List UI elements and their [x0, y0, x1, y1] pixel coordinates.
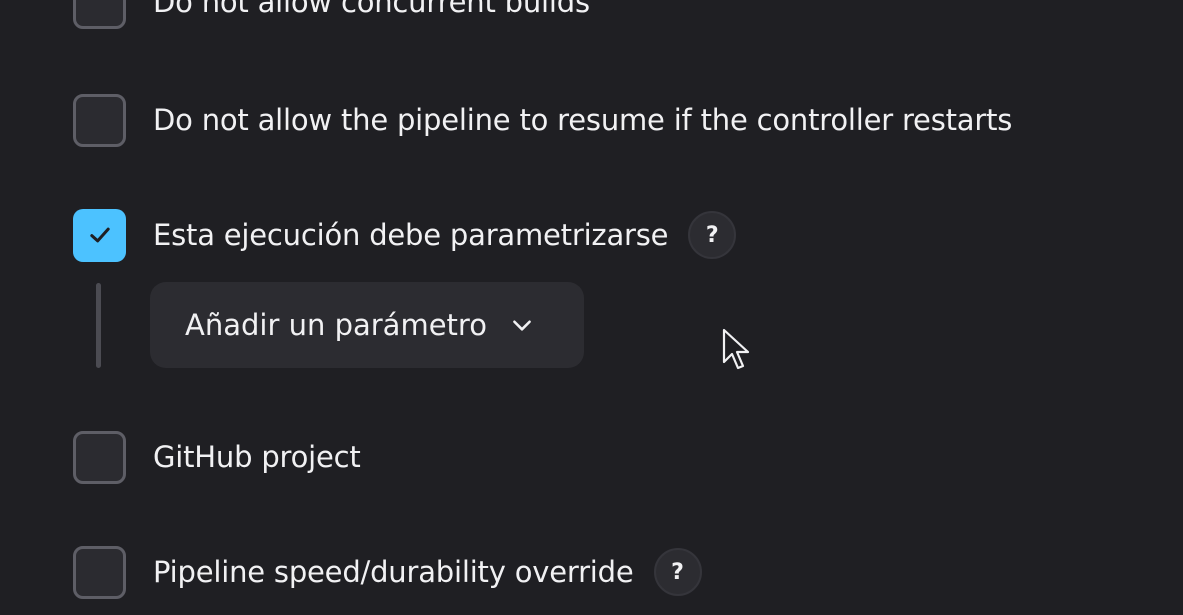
- help-icon: ?: [705, 222, 719, 248]
- parametrized-label: Esta ejecución debe parametrizarse: [153, 218, 669, 252]
- option-parametrized[interactable]: Esta ejecución debe parametrizarse ?: [73, 208, 737, 262]
- github-project-checkbox[interactable]: [73, 430, 126, 484]
- durability-override-label: Pipeline speed/durability override: [153, 555, 634, 589]
- concurrent-builds-label: Do not allow concurrent builds: [153, 0, 590, 19]
- durability-override-help-button[interactable]: ?: [653, 548, 702, 596]
- help-icon: ?: [671, 559, 684, 585]
- pipeline-resume-label: Do not allow the pipeline to resume if t…: [153, 103, 1013, 137]
- add-parameter-dropdown[interactable]: Añadir un parámetro: [150, 282, 584, 368]
- chevron-down-icon: [513, 320, 531, 331]
- option-durability-override[interactable]: Pipeline speed/durability override ?: [73, 545, 702, 599]
- parametrized-checkbox[interactable]: [73, 208, 126, 262]
- add-parameter-label: Añadir un parámetro: [185, 308, 487, 342]
- option-github-project[interactable]: GitHub project: [73, 430, 361, 484]
- github-project-label: GitHub project: [153, 440, 361, 474]
- checkmark-icon: [89, 227, 110, 243]
- concurrent-builds-checkbox[interactable]: [73, 0, 126, 29]
- mouse-cursor-icon: [722, 328, 750, 370]
- parametrized-help-button[interactable]: ?: [688, 211, 737, 259]
- option-concurrent-builds[interactable]: Do not allow concurrent builds: [73, 0, 590, 29]
- durability-override-checkbox[interactable]: [73, 545, 126, 599]
- option-pipeline-resume[interactable]: Do not allow the pipeline to resume if t…: [73, 93, 1012, 147]
- nested-section-indicator: [96, 283, 101, 368]
- pipeline-resume-checkbox[interactable]: [73, 93, 126, 147]
- build-options-panel: Do not allow concurrent builds Do not al…: [0, 0, 1183, 615]
